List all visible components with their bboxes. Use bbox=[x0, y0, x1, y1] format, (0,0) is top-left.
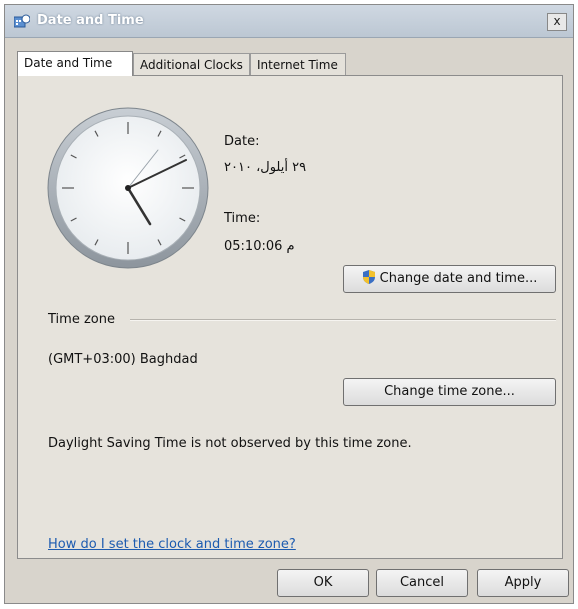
window-title: Date and Time bbox=[37, 13, 144, 28]
time-zone-value: (GMT+03:00) Baghdad bbox=[48, 352, 198, 367]
shield-icon bbox=[362, 270, 375, 284]
date-time-icon bbox=[14, 14, 30, 28]
time-zone-heading: Time zone bbox=[48, 312, 115, 327]
time-label: Time: bbox=[224, 211, 261, 226]
tab-date-and-time[interactable]: Date and Time bbox=[17, 51, 133, 76]
close-button[interactable]: x bbox=[547, 13, 567, 31]
date-time-dialog: Date and Time x Date and Time Additional… bbox=[4, 4, 574, 604]
ok-button[interactable]: OK bbox=[277, 569, 369, 597]
dst-note: Daylight Saving Time is not observed by … bbox=[48, 436, 412, 451]
change-time-zone-button[interactable]: Change time zone... bbox=[343, 378, 556, 406]
tab-additional-clocks[interactable]: Additional Clocks bbox=[133, 53, 250, 75]
close-icon: x bbox=[553, 14, 561, 28]
tab-panel: Date: ٢٩ أيلول، ٢٠١٠ Time: 05:10:06 م Ch… bbox=[17, 75, 563, 559]
title-bar[interactable]: Date and Time x bbox=[5, 5, 573, 38]
change-date-time-button[interactable]: Change date and time... bbox=[343, 265, 556, 293]
cancel-button[interactable]: Cancel bbox=[376, 569, 468, 597]
apply-button[interactable]: Apply bbox=[477, 569, 569, 597]
date-value: ٢٩ أيلول، ٢٠١٠ bbox=[224, 160, 307, 175]
date-label: Date: bbox=[224, 134, 260, 149]
help-link[interactable]: How do I set the clock and time zone? bbox=[48, 537, 296, 552]
analog-clock bbox=[47, 107, 209, 269]
tab-internet-time[interactable]: Internet Time bbox=[250, 53, 346, 75]
time-value: 05:10:06 م bbox=[224, 239, 295, 254]
time-zone-separator bbox=[130, 319, 556, 321]
